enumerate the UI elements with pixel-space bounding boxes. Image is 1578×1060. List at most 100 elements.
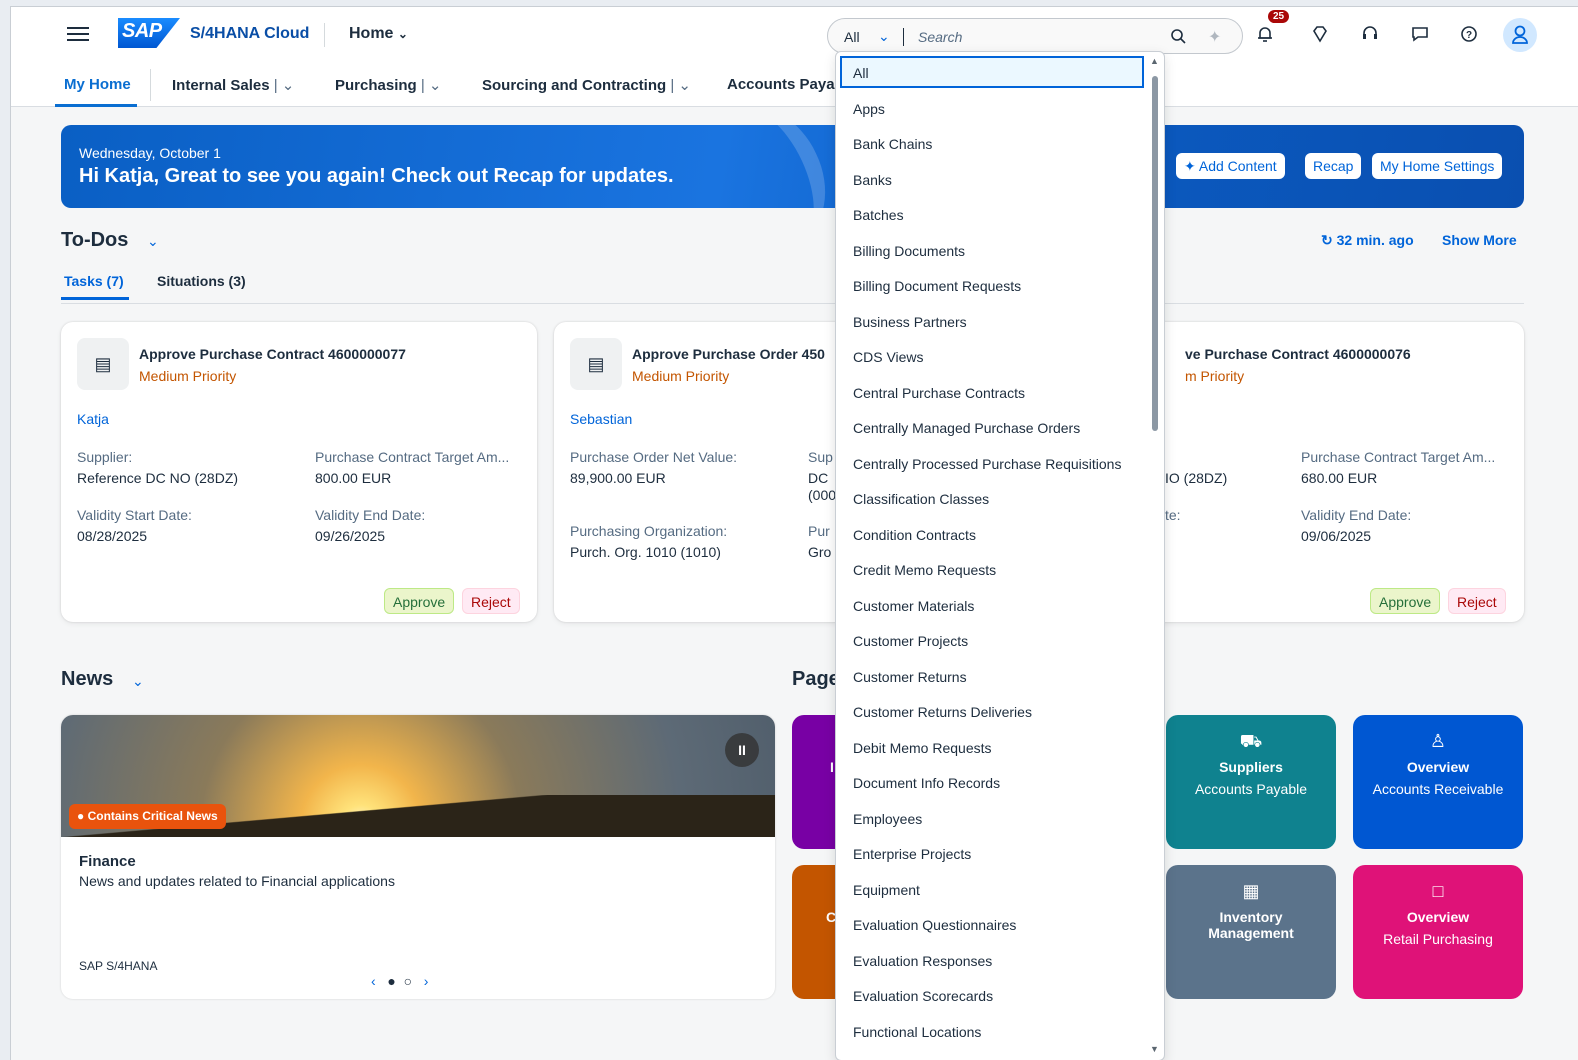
dropdown-option[interactable]: Employees bbox=[840, 802, 1144, 834]
scrollbar[interactable]: ▲ ▼ bbox=[1148, 56, 1162, 1056]
carousel-nav: ‹ ● ○ › bbox=[371, 973, 428, 989]
dropdown-option[interactable]: Enterprise Projects bbox=[840, 837, 1144, 869]
dropdown-option[interactable]: Customer Returns bbox=[840, 660, 1144, 692]
search-icon[interactable] bbox=[1170, 28, 1186, 44]
reject-button[interactable]: Reject bbox=[462, 588, 520, 614]
chevron-down-icon[interactable]: ⌄ bbox=[132, 673, 144, 690]
dropdown-option[interactable]: Customer Materials bbox=[840, 589, 1144, 621]
task-card[interactable]: ▤ Approve Purchase Contract 4600000077 M… bbox=[61, 322, 537, 622]
field-value: Reference DC NO (28DZ) bbox=[77, 470, 239, 486]
field-value: 680.00 EUR bbox=[1301, 470, 1378, 486]
dropdown-option[interactable]: Centrally Managed Purchase Orders bbox=[840, 411, 1144, 443]
task-title[interactable]: Approve Purchase Contract 4600000077 bbox=[139, 346, 406, 362]
chevron-right-icon[interactable]: › bbox=[424, 973, 429, 989]
search-input[interactable]: Search bbox=[918, 29, 962, 45]
diamond-icon[interactable] bbox=[1309, 23, 1331, 45]
overview-retail-tile[interactable]: □ Overview Retail Purchasing bbox=[1353, 865, 1523, 999]
suppliers-tile[interactable]: ⛟ Suppliers Accounts Payable bbox=[1166, 715, 1336, 849]
dropdown-option[interactable]: Debit Memo Requests bbox=[840, 731, 1144, 763]
pause-icon[interactable]: II bbox=[725, 733, 759, 767]
dropdown-option[interactable]: Equipment bbox=[840, 873, 1144, 905]
scroll-up-icon[interactable]: ▲ bbox=[1150, 56, 1159, 66]
chevron-down-icon[interactable]: | ⌄ bbox=[274, 77, 295, 94]
add-content-button[interactable]: ✦ Add Content bbox=[1176, 153, 1285, 179]
chevron-down-icon[interactable]: | ⌄ bbox=[421, 77, 442, 94]
task-priority: Medium Priority bbox=[139, 368, 237, 384]
field-label: Validity End Date: bbox=[1301, 507, 1412, 523]
my-home-settings-button[interactable]: My Home Settings bbox=[1372, 153, 1503, 179]
approve-button[interactable]: Approve bbox=[384, 588, 455, 614]
tab-situations[interactable]: Situations (3) bbox=[157, 273, 246, 289]
show-more-link[interactable]: Show More bbox=[1442, 232, 1517, 248]
carousel-dot[interactable]: ○ bbox=[404, 973, 412, 989]
carousel-dot-active[interactable]: ● bbox=[387, 973, 395, 989]
scroll-down-icon[interactable]: ▼ bbox=[1150, 1044, 1159, 1054]
inventory-management-tile[interactable]: ▦ Inventory Management bbox=[1166, 865, 1336, 999]
chevron-down-icon[interactable]: ⌄ bbox=[878, 28, 890, 45]
menu-icon[interactable] bbox=[67, 23, 89, 45]
dropdown-option[interactable]: Evaluation Questionnaires bbox=[840, 908, 1144, 940]
field-value: 08/28/2025 bbox=[77, 528, 148, 544]
nav-label: Internal Sales bbox=[172, 77, 270, 94]
refresh-button[interactable]: ↻ 32 min. ago bbox=[1321, 232, 1414, 249]
nav-sourcing-contracting[interactable]: Sourcing and Contracting | ⌄ bbox=[482, 76, 691, 94]
task-person[interactable]: Katja bbox=[77, 411, 109, 427]
overview-receivable-tile[interactable]: ♙ Overview Accounts Receivable bbox=[1353, 715, 1523, 849]
dropdown-option[interactable]: Credit Memo Requests bbox=[840, 553, 1144, 585]
tab-active-indicator bbox=[61, 297, 129, 300]
chevron-left-icon[interactable]: ‹ bbox=[371, 973, 376, 989]
dropdown-option[interactable]: Batches bbox=[840, 198, 1144, 230]
home-menu-button[interactable]: Home ⌄ bbox=[349, 25, 408, 43]
news-card[interactable]: II ● Contains Critical News Finance News… bbox=[61, 715, 775, 999]
chat-icon[interactable] bbox=[1409, 23, 1431, 45]
chevron-down-icon[interactable]: | ⌄ bbox=[670, 77, 691, 94]
dropdown-option[interactable]: Banks bbox=[840, 163, 1144, 195]
tile-title: Inventory Management bbox=[1208, 909, 1294, 941]
chevron-down-icon[interactable]: ⌄ bbox=[147, 233, 159, 250]
shell-bar: SAP S/4HANA Cloud Home ⌄ All ⌄ Search ✦ … bbox=[11, 7, 1578, 61]
dropdown-option[interactable]: Classification Classes bbox=[840, 482, 1144, 514]
bell-icon[interactable] bbox=[1254, 23, 1276, 45]
product-name[interactable]: S/4HANA Cloud bbox=[190, 25, 309, 43]
dropdown-option[interactable]: Billing Document Requests bbox=[840, 269, 1144, 301]
nav-accounts-payable[interactable]: Accounts Payab bbox=[727, 76, 844, 93]
dropdown-option[interactable]: Condition Contracts bbox=[840, 518, 1144, 550]
dropdown-option[interactable]: Billing Documents bbox=[840, 234, 1144, 266]
dropdown-option[interactable]: Evaluation Responses bbox=[840, 944, 1144, 976]
building-icon: ▦ bbox=[1242, 881, 1260, 901]
ai-sparkle-icon[interactable]: ✦ bbox=[1208, 27, 1221, 47]
sap-logo[interactable]: SAP bbox=[118, 18, 180, 48]
approve-button[interactable]: Approve bbox=[1370, 588, 1441, 614]
dropdown-option[interactable]: CDS Views bbox=[840, 340, 1144, 372]
dropdown-option[interactable]: Customer Projects bbox=[840, 624, 1144, 656]
dropdown-option[interactable]: Central Purchase Contracts bbox=[840, 376, 1144, 408]
recap-button[interactable]: Recap bbox=[1305, 153, 1362, 179]
truck-icon: ⛟ bbox=[1239, 731, 1263, 751]
nav-my-home[interactable]: My Home bbox=[64, 76, 131, 93]
news-item-title[interactable]: Finance bbox=[79, 853, 136, 870]
tab-tasks[interactable]: Tasks (7) bbox=[64, 273, 124, 289]
dropdown-option[interactable]: All bbox=[840, 56, 1144, 88]
dropdown-option[interactable]: Centrally Processed Purchase Requisition… bbox=[840, 447, 1144, 479]
search-scope-select[interactable]: All bbox=[844, 29, 860, 45]
reject-button[interactable]: Reject bbox=[1448, 588, 1506, 614]
dropdown-option[interactable]: Functional Locations bbox=[840, 1015, 1144, 1047]
scrollbar-thumb[interactable] bbox=[1152, 76, 1158, 431]
dropdown-option[interactable]: Evaluation Scorecards bbox=[840, 979, 1144, 1011]
dropdown-option[interactable]: Business Partners bbox=[840, 305, 1144, 337]
help-icon[interactable]: ? bbox=[1458, 23, 1480, 45]
headset-icon[interactable] bbox=[1359, 23, 1381, 45]
nav-purchasing[interactable]: Purchasing | ⌄ bbox=[335, 76, 442, 94]
task-title[interactable]: ve Purchase Contract 4600000076 bbox=[1185, 346, 1411, 362]
person-list-icon: ♙ bbox=[1429, 731, 1447, 751]
dropdown-option[interactable]: Bank Chains bbox=[840, 127, 1144, 159]
dropdown-option[interactable]: Customer Returns Deliveries bbox=[840, 695, 1144, 727]
task-priority: m Priority bbox=[1185, 368, 1245, 384]
dropdown-option[interactable]: Document Info Records bbox=[840, 766, 1144, 798]
task-title[interactable]: Approve Purchase Order 450 bbox=[632, 346, 825, 362]
task-person[interactable]: Sebastian bbox=[570, 411, 632, 427]
user-avatar[interactable] bbox=[1503, 18, 1537, 52]
search-field[interactable]: All ⌄ Search ✦ bbox=[827, 18, 1243, 54]
dropdown-option[interactable]: Apps bbox=[840, 92, 1144, 124]
nav-internal-sales[interactable]: Internal Sales | ⌄ bbox=[172, 76, 294, 94]
